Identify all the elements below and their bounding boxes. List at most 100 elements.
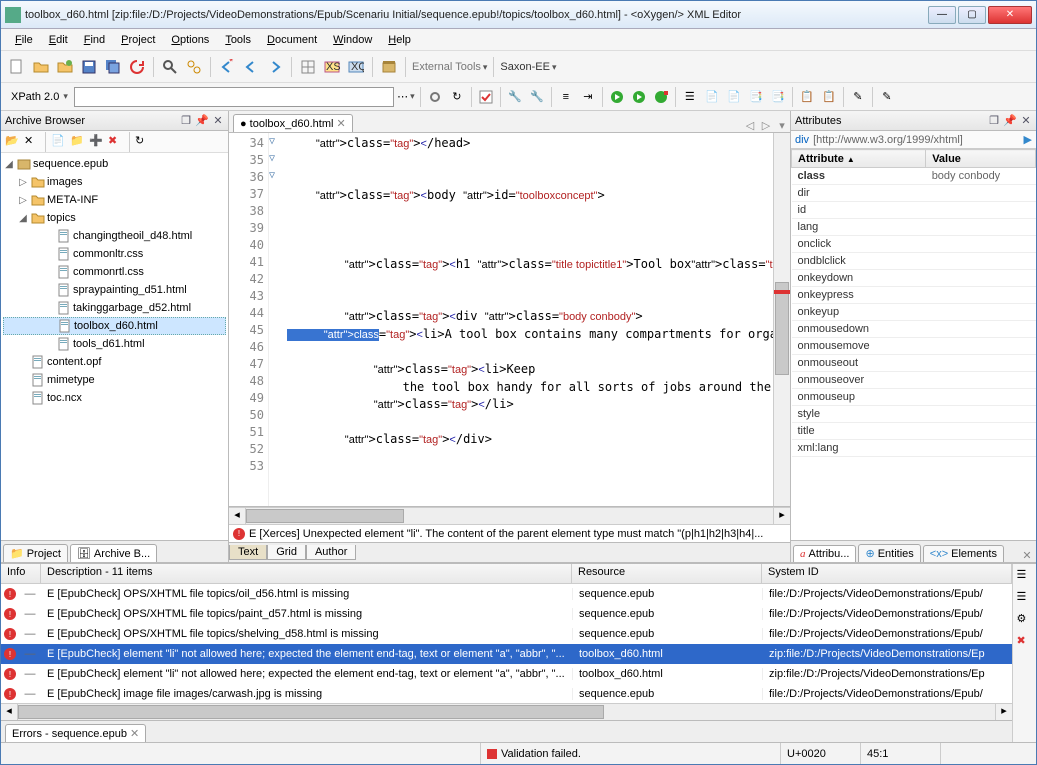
attr-row[interactable]: xml:lang	[792, 440, 1036, 457]
tree-item[interactable]: takinggarbage_d52.html	[3, 299, 226, 317]
attr-panel-pin-icon[interactable]: 📌	[1004, 115, 1016, 127]
tab-project[interactable]: 📁Project	[3, 544, 68, 562]
fold-gutter[interactable]: ▽ ▽ ▽	[269, 133, 283, 506]
col-description[interactable]: Description - 11 items	[41, 564, 572, 583]
archive-new-folder-icon[interactable]: 📁	[70, 134, 86, 150]
run-icon[interactable]	[607, 87, 627, 107]
view-tab-author[interactable]: Author	[306, 545, 356, 560]
menu-project[interactable]: Project	[115, 32, 161, 48]
attributes-breadcrumb[interactable]: div [http://www.w3.org/1999/xhtml] ▶	[791, 131, 1036, 149]
paste-icon[interactable]: 📋	[819, 87, 839, 107]
problem-row[interactable]: !—E [EpubCheck] image file images/carwas…	[1, 684, 1012, 703]
code-editor[interactable]: "attr">class="tag"></head> "attr">class=…	[283, 133, 773, 506]
attr-row[interactable]: onkeydown	[792, 270, 1036, 287]
tree-item[interactable]: toolbox_d60.html	[3, 317, 226, 335]
xslt-icon[interactable]: XSLT	[322, 57, 342, 77]
vertical-scrollbar[interactable]	[773, 133, 790, 506]
attr-panel-close-icon[interactable]: ✕	[1020, 115, 1032, 127]
attr-row[interactable]: onmouseup	[792, 389, 1036, 406]
attr-row[interactable]: onmouseover	[792, 372, 1036, 389]
tab-archive-browser[interactable]: 🗄Archive B...	[70, 544, 157, 562]
xpath-version-dropdown[interactable]: XPath 2.0	[7, 91, 72, 103]
problem-row[interactable]: !—E [EpubCheck] element "li" not allowed…	[1, 664, 1012, 684]
tree-item[interactable]: mimetype	[3, 371, 226, 389]
xpath-go-icon[interactable]: ⋯	[396, 87, 416, 107]
validate-icon[interactable]	[476, 87, 496, 107]
archive-icon[interactable]	[379, 57, 399, 77]
grid-icon[interactable]	[298, 57, 318, 77]
search-icon[interactable]	[160, 57, 180, 77]
new-icon[interactable]	[7, 57, 27, 77]
indent-icon[interactable]: ⇥	[578, 87, 598, 107]
tree-item[interactable]: ▷images	[3, 173, 226, 191]
menu-file[interactable]: File	[9, 32, 39, 48]
archive-add-icon[interactable]: ➕	[89, 134, 105, 150]
settings2-icon[interactable]: ⚙	[1017, 612, 1033, 628]
attr-col-value[interactable]: Value	[926, 150, 1036, 168]
problem-row[interactable]: !—E [EpubCheck] OPS/XHTML file topics/oi…	[1, 584, 1012, 604]
tab-prev-icon[interactable]: ◁	[743, 118, 757, 132]
tab-list-icon[interactable]: ▾	[775, 118, 789, 132]
tab-attributes[interactable]: a Attribu...	[793, 545, 856, 562]
find-replace-icon[interactable]	[184, 57, 204, 77]
close-button[interactable]: ✕	[988, 6, 1032, 24]
col-info[interactable]: Info	[1, 564, 41, 583]
col-resource[interactable]: Resource	[572, 564, 762, 583]
open-url-icon[interactable]	[55, 57, 75, 77]
menu-window[interactable]: Window	[327, 32, 378, 48]
problem-row[interactable]: !—E [EpubCheck] element "li" not allowed…	[1, 644, 1012, 664]
tree-item[interactable]: ◢topics	[3, 209, 226, 227]
edit-icon[interactable]: ✎	[848, 87, 868, 107]
tree-item[interactable]: ▷META-INF	[3, 191, 226, 209]
filter2-icon[interactable]: ☰	[1017, 590, 1033, 606]
archive-tree[interactable]: ◢sequence.epub▷images▷META-INF◢topicscha…	[1, 153, 228, 540]
menu-find[interactable]: Find	[78, 32, 111, 48]
attr-row[interactable]: id	[792, 202, 1036, 219]
right-tabs-close-icon[interactable]: ✕	[1020, 548, 1034, 562]
minimize-button[interactable]: —	[928, 6, 956, 24]
reload-icon[interactable]	[127, 57, 147, 77]
tree-item[interactable]: changingtheoil_d48.html	[3, 227, 226, 245]
menu-tools[interactable]: Tools	[219, 32, 257, 48]
attr-row[interactable]: onmouseout	[792, 355, 1036, 372]
attr-row[interactable]: dir	[792, 185, 1036, 202]
save-all-icon[interactable]	[103, 57, 123, 77]
outline-icon[interactable]: ☰	[680, 87, 700, 107]
panel-close-icon[interactable]: ✕	[212, 115, 224, 127]
attr-row[interactable]: onkeyup	[792, 304, 1036, 321]
menu-options[interactable]: Options	[165, 32, 215, 48]
tab-next-icon[interactable]: ▷	[759, 118, 773, 132]
attr-row[interactable]: classbody conbody	[792, 168, 1036, 185]
undo-starred-icon[interactable]: *	[217, 57, 237, 77]
tree-item[interactable]: spraypainting_d51.html	[3, 281, 226, 299]
tab-errors[interactable]: Errors - sequence.epub ✕	[5, 724, 146, 742]
tab-errors-close-icon[interactable]: ✕	[130, 727, 139, 740]
xpath-input[interactable]	[74, 87, 394, 107]
refresh-icon[interactable]: ↻	[447, 87, 467, 107]
wrench-icon[interactable]: 🔧	[505, 87, 525, 107]
view-tab-grid[interactable]: Grid	[267, 545, 306, 560]
archive-new-file-icon[interactable]: 📄	[51, 134, 67, 150]
problem-row[interactable]: !—E [EpubCheck] OPS/XHTML file topics/pa…	[1, 604, 1012, 624]
open-icon[interactable]	[31, 57, 51, 77]
doc4-icon[interactable]: 📑	[768, 87, 788, 107]
archive-close-icon[interactable]: ✕	[24, 134, 40, 150]
highlight-icon[interactable]: ✎	[877, 87, 897, 107]
attr-row[interactable]: style	[792, 406, 1036, 423]
save-icon[interactable]	[79, 57, 99, 77]
problems-list[interactable]: !—E [EpubCheck] OPS/XHTML file topics/oi…	[1, 584, 1012, 703]
format-icon[interactable]: ≡	[556, 87, 576, 107]
tree-item[interactable]: toc.ncx	[3, 389, 226, 407]
tree-item[interactable]: content.opf	[3, 353, 226, 371]
tree-root[interactable]: ◢sequence.epub	[3, 155, 226, 173]
attr-panel-restore-icon[interactable]: ❐	[988, 115, 1000, 127]
doc3-icon[interactable]: 📑	[746, 87, 766, 107]
archive-open-icon[interactable]: 📂	[5, 134, 21, 150]
attr-row[interactable]: onmousedown	[792, 321, 1036, 338]
tree-item[interactable]: commonrtl.css	[3, 263, 226, 281]
archive-delete-icon[interactable]: ✖	[108, 134, 124, 150]
problems-hscroll[interactable]: ◂▸	[1, 703, 1012, 720]
tree-item[interactable]: commonltr.css	[3, 245, 226, 263]
menu-help[interactable]: Help	[382, 32, 417, 48]
external-tools-dropdown[interactable]: External Tools	[412, 61, 487, 73]
